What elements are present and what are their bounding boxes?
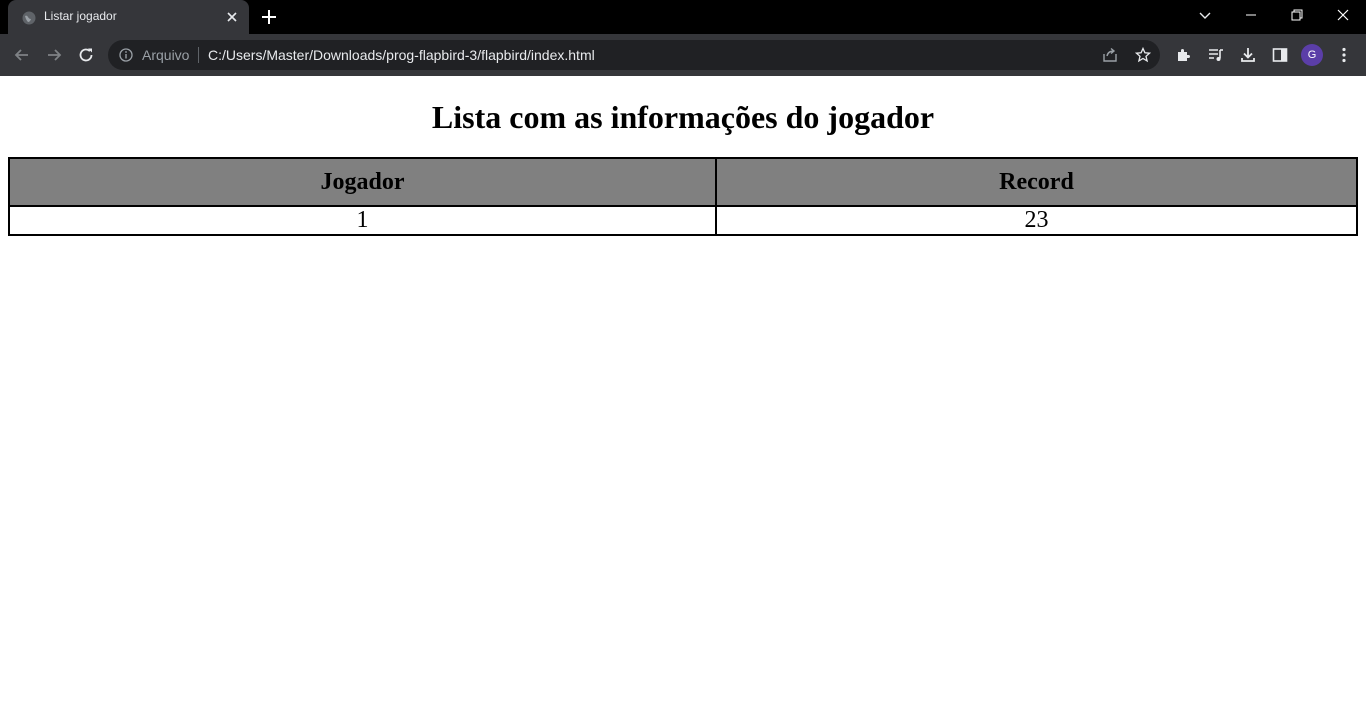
scheme-label: Arquivo: [142, 47, 190, 63]
arrow-right-icon: [48, 49, 62, 61]
reload-icon: [79, 48, 93, 62]
cell-jogador: 1: [8, 205, 717, 236]
address-divider: [198, 47, 199, 63]
players-table: Jogador Record 1 23: [8, 157, 1358, 236]
browser-toolbar: Arquivo C:/Users/Master/Downloads/prog-f…: [0, 34, 1366, 76]
tab-search-chevron-icon[interactable]: [1196, 6, 1214, 24]
profile-avatar[interactable]: G: [1301, 44, 1323, 66]
info-icon[interactable]: [119, 48, 133, 62]
more-vertical-icon: [1342, 47, 1346, 63]
playlist-icon: [1209, 49, 1223, 61]
media-control-button[interactable]: [1206, 45, 1226, 65]
minimize-icon: [1246, 14, 1256, 16]
tab-strip: Listar jogador: [0, 0, 1366, 34]
reload-button[interactable]: [76, 45, 96, 65]
page-content: Lista com as informações do jogador Joga…: [0, 76, 1366, 728]
downloads-button[interactable]: [1238, 45, 1258, 65]
arrow-left-icon: [14, 49, 28, 61]
extensions-button[interactable]: [1174, 45, 1194, 65]
page-title: Lista com as informações do jogador: [431, 99, 935, 135]
column-header-jogador: Jogador: [8, 157, 717, 207]
cell-record: 23: [715, 205, 1358, 236]
table-row: 1 23: [8, 205, 1358, 236]
new-tab-icon[interactable]: [260, 8, 278, 26]
restore-icon: [1291, 9, 1303, 21]
back-button[interactable]: [12, 45, 32, 65]
close-window-button[interactable]: [1320, 0, 1366, 30]
close-tab-icon[interactable]: [224, 9, 240, 25]
side-panel-button[interactable]: [1270, 45, 1290, 65]
bookmark-star-icon[interactable]: [1135, 47, 1151, 63]
column-header-record: Record: [715, 157, 1358, 207]
url-text[interactable]: C:/Users/Master/Downloads/prog-flapbird-…: [208, 47, 595, 63]
address-bar[interactable]: Arquivo C:/Users/Master/Downloads/prog-f…: [108, 40, 1160, 70]
minimize-button[interactable]: [1228, 0, 1274, 30]
share-icon[interactable]: [1102, 47, 1118, 63]
menu-button[interactable]: [1334, 45, 1354, 65]
forward-button[interactable]: [44, 45, 64, 65]
browser-tab[interactable]: Listar jogador: [8, 0, 249, 34]
tab-title: Listar jogador: [44, 9, 117, 23]
side-panel-icon: [1272, 48, 1288, 62]
download-icon: [1241, 48, 1255, 62]
globe-icon: [22, 11, 36, 25]
restore-button[interactable]: [1274, 0, 1320, 30]
table-header-row: Jogador Record: [8, 157, 1358, 207]
puzzle-icon: [1178, 49, 1190, 61]
close-icon: [1337, 9, 1349, 21]
